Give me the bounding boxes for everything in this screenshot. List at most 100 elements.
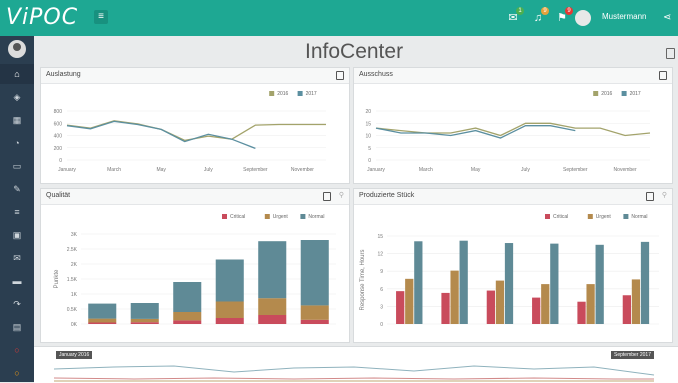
y-tick-label: 1K xyxy=(71,292,78,298)
inbox-icon[interactable]: ✉ 1 xyxy=(507,7,524,24)
x-tick-label: July xyxy=(521,167,530,173)
timeline-end-label[interactable]: September 2017 xyxy=(611,351,654,359)
y-tick-label: 15 xyxy=(365,121,371,127)
chart-auslastung: 0 200 400 600 800 January March May July Septembe… xyxy=(54,91,326,173)
bar-urgent xyxy=(258,298,287,315)
timeline-sparkline xyxy=(53,365,655,382)
chart-qualitaet: 0K 0.5K 1K 1.5K 2K 2.5K 3K Punkte Normal Urgent Cr… xyxy=(54,214,336,328)
menu-toggle-icon[interactable]: ≡ xyxy=(94,10,108,24)
legend-label: Urgent xyxy=(273,214,289,220)
bar-normal xyxy=(504,243,514,324)
y-tick-label: 2.5K xyxy=(67,247,78,253)
legend-swatch xyxy=(297,91,303,96)
bar-urgent xyxy=(88,318,117,323)
bar-critical xyxy=(486,290,495,324)
cube-icon[interactable]: ◈ xyxy=(0,87,34,107)
calendar-icon[interactable]: ▣ xyxy=(0,225,34,245)
y-tick-label: 600 xyxy=(54,121,63,127)
x-tick-label: September xyxy=(563,167,588,173)
bar-normal xyxy=(215,259,244,302)
user-avatar[interactable] xyxy=(575,10,591,26)
series-line-2017 xyxy=(66,120,256,150)
pie-chart-icon[interactable]: ◔ xyxy=(0,133,34,153)
x-tick-label: March xyxy=(419,167,433,173)
y-tick-label: 200 xyxy=(54,146,63,152)
circle-red-icon[interactable]: ○ xyxy=(0,340,34,360)
bar-urgent xyxy=(631,279,641,324)
x-tick-label: November xyxy=(614,167,637,173)
y-tick-label: 5 xyxy=(368,146,371,152)
export-icon[interactable] xyxy=(659,71,667,80)
share-icon[interactable]: ↷ xyxy=(0,294,34,314)
legend-label: Critical xyxy=(553,214,568,220)
circle-orange-icon[interactable]: ○ xyxy=(0,363,34,383)
y-tick-label: 9 xyxy=(380,269,383,275)
laptop-icon[interactable]: ▭ xyxy=(0,156,34,176)
bar-normal xyxy=(459,240,468,324)
panel-header: Produzierte Stück ⚲ xyxy=(354,189,672,205)
sidebar-avatar[interactable] xyxy=(8,40,26,58)
archive-icon[interactable]: ▤ xyxy=(0,317,34,337)
bar-normal xyxy=(640,241,650,324)
y-tick-label: 0 xyxy=(380,322,383,328)
bar-urgent xyxy=(405,278,414,324)
x-tick-label: May xyxy=(471,167,481,173)
mail-icon[interactable]: ✉ xyxy=(0,248,34,268)
panel-title: Auslastung xyxy=(46,71,81,78)
share-icon[interactable]: ⋖ xyxy=(663,12,671,23)
x-tick-label: July xyxy=(204,167,213,173)
series-line-2016 xyxy=(375,122,651,137)
pin-icon[interactable]: ⚲ xyxy=(662,192,667,200)
bar-critical xyxy=(622,295,631,324)
legend-label: Urgent xyxy=(596,214,612,220)
panel-produzierte-stueck: Produzierte Stück ⚲ 0 3 6 9 12 15 Response Tim… xyxy=(353,188,673,343)
bar-urgent xyxy=(300,305,329,320)
export-icon[interactable] xyxy=(646,192,654,201)
user-name[interactable]: Mustermann xyxy=(602,12,646,21)
legend-label: Normal xyxy=(631,214,647,220)
legend-label: Normal xyxy=(308,214,324,220)
export-icon[interactable] xyxy=(666,48,675,59)
app-logo[interactable]: ViPOC xyxy=(6,4,78,32)
panel-header: Auslastung xyxy=(41,68,349,84)
flag-icon[interactable]: ⚑ 9 xyxy=(556,7,573,24)
x-tick-label: May xyxy=(156,167,166,173)
timeline-start-label[interactable]: January 2016 xyxy=(56,351,93,359)
home-icon[interactable]: ⌂ xyxy=(0,64,34,84)
sidebar: ⌂ ◈ ▦ ◔ ▭ ✎ ≡ ▣ ✉ ▬ ↷ ▤ ○ ○ xyxy=(0,36,34,382)
bar-normal xyxy=(300,240,329,306)
bar-urgent xyxy=(541,284,550,324)
bar-normal xyxy=(595,244,604,324)
x-tick-label: January xyxy=(58,167,76,173)
list-icon[interactable]: ≡ xyxy=(0,202,34,222)
bar-normal xyxy=(173,282,202,312)
legend-swatch xyxy=(621,91,627,96)
edit-icon[interactable]: ✎ xyxy=(0,179,34,199)
bar-urgent xyxy=(130,318,159,323)
x-tick-label: November xyxy=(291,167,314,173)
export-icon[interactable] xyxy=(323,192,331,201)
bell-icon[interactable]: ♫ 9 xyxy=(532,7,549,24)
legend-label: 2016 xyxy=(601,91,612,97)
export-icon[interactable] xyxy=(336,71,344,80)
bar-critical xyxy=(258,315,287,324)
x-tick-label: March xyxy=(107,167,121,173)
panel-qualitaet: Qualität ⚲ 0K 0.5K 1K 1.5K 2K 2.5K 3K Punkte Nor… xyxy=(40,188,350,343)
bar-critical xyxy=(88,322,117,324)
bar-normal xyxy=(130,303,159,319)
timeline-navigator[interactable] xyxy=(34,346,678,383)
legend-swatch xyxy=(545,214,550,219)
y-tick-label: 20 xyxy=(365,109,371,115)
folder-icon[interactable]: ▬ xyxy=(0,271,34,291)
pin-icon[interactable]: ⚲ xyxy=(339,192,344,200)
panel-title: Qualität xyxy=(46,192,71,199)
y-tick-label: 0K xyxy=(71,322,78,328)
legend-swatch xyxy=(222,214,227,219)
bar-critical xyxy=(532,297,541,324)
y-tick-label: 6 xyxy=(380,287,383,293)
x-tick-label: January xyxy=(367,167,385,173)
bar-critical xyxy=(300,319,329,324)
table-icon[interactable]: ▦ xyxy=(0,110,34,130)
chart-produzierte-stueck: 0 3 6 9 12 15 Response Time, Hours Normal Urgent… xyxy=(360,214,659,328)
bar-normal xyxy=(414,241,423,324)
